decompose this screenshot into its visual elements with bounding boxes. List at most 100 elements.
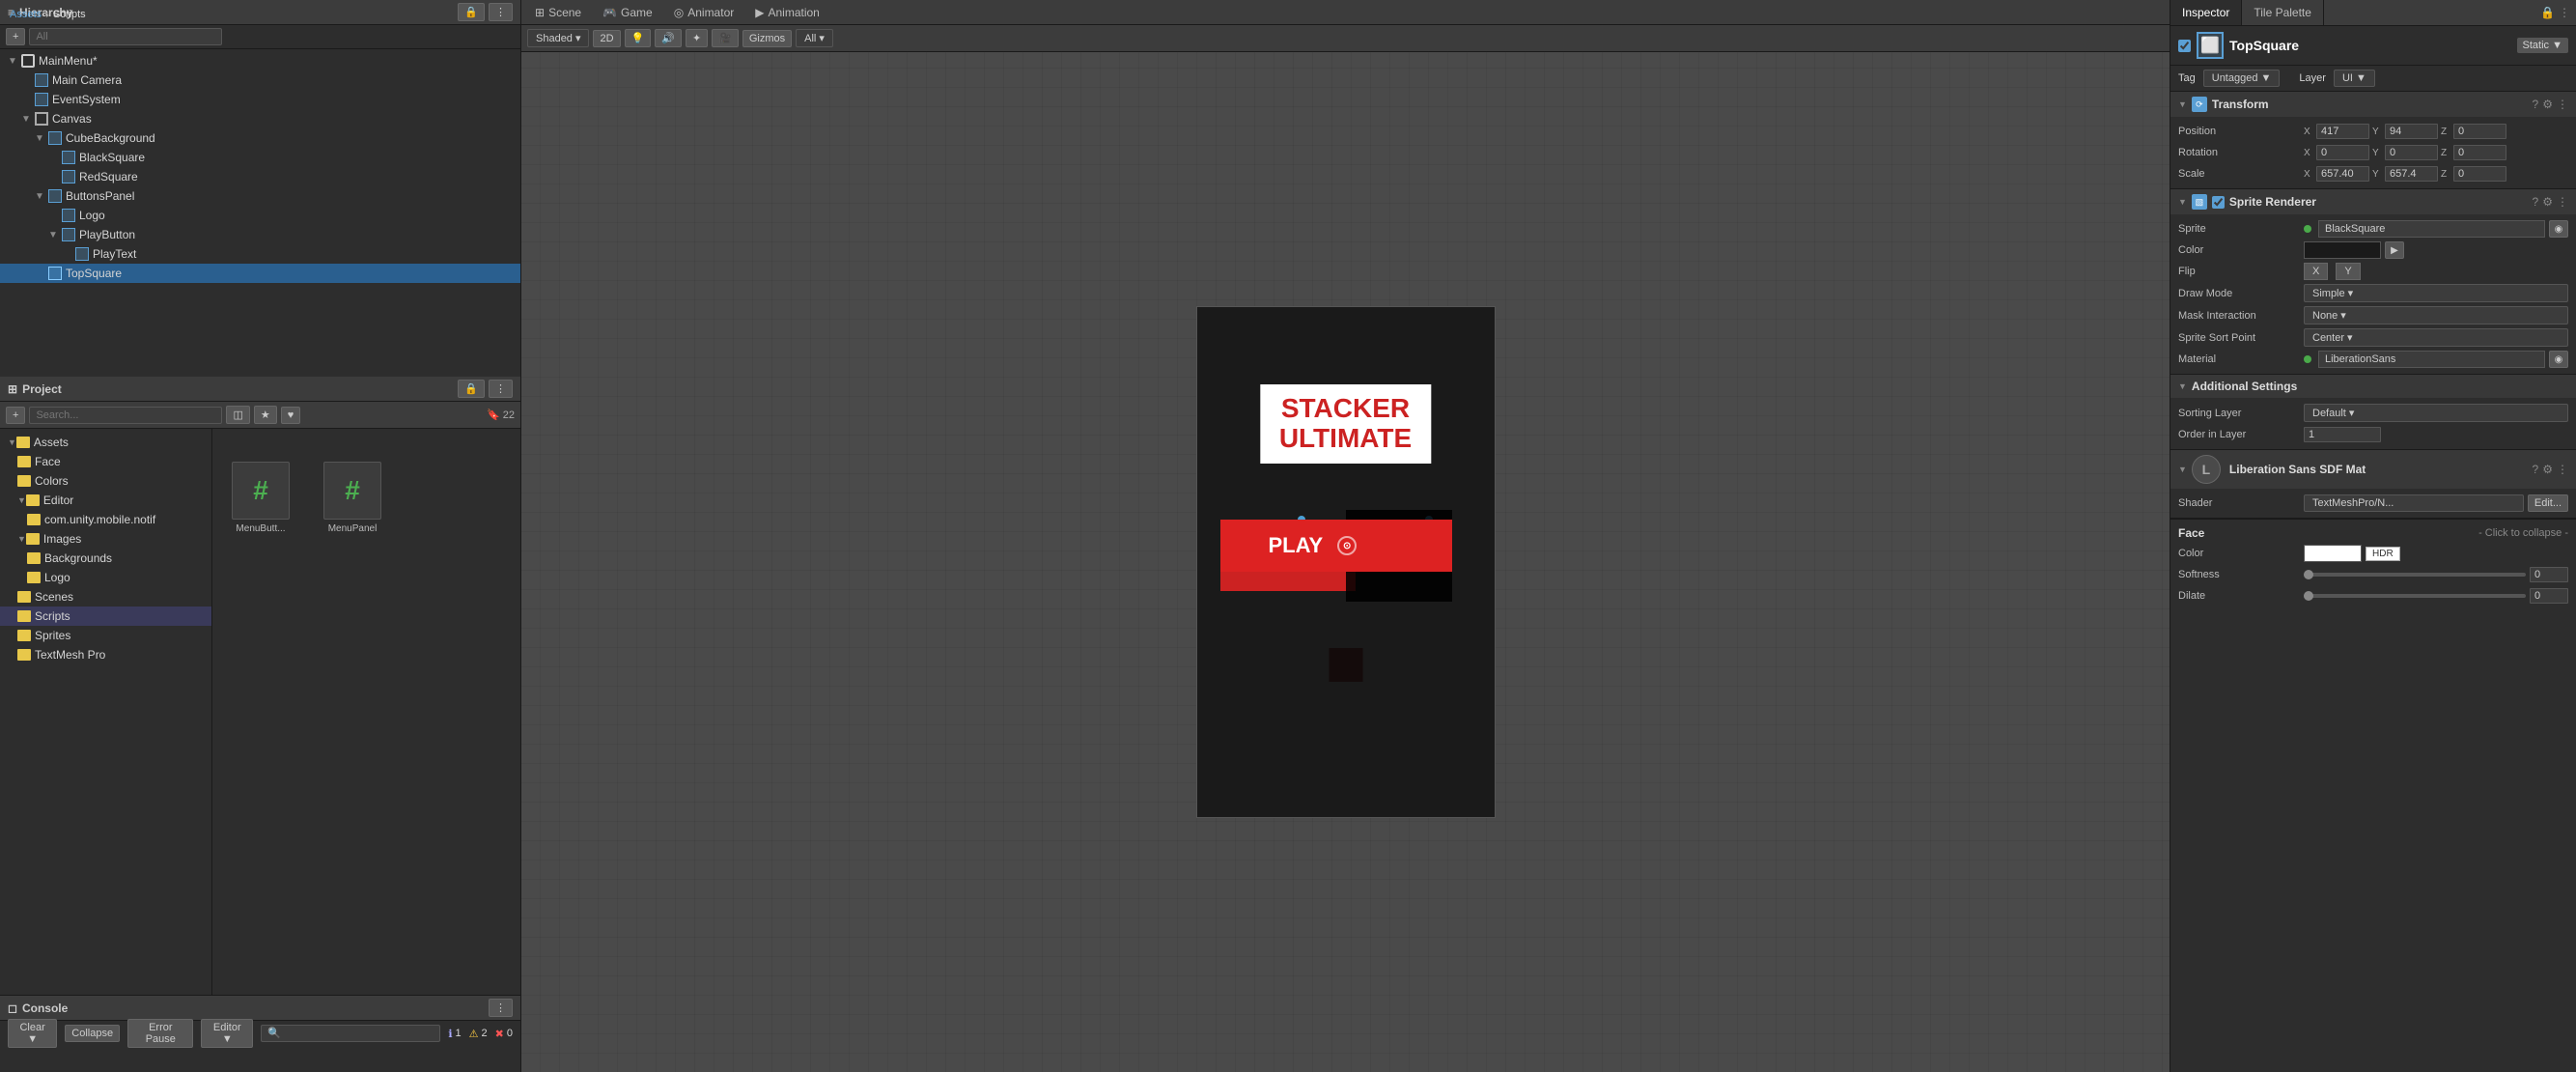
sprite-sort-dropdown[interactable]: Center ▾ — [2304, 328, 2568, 347]
file-item-menupanel[interactable]: # MenuPanel — [314, 462, 391, 534]
tag-dropdown[interactable]: Untagged ▼ — [2203, 70, 2281, 87]
scene-view[interactable]: STACKER ULTIMATE PLAY — [521, 52, 2170, 1072]
folder-unity-mobile[interactable]: com.unity.mobile.notif — [0, 510, 211, 529]
file-item-menubuttonsmanager[interactable]: # MenuButt... — [222, 462, 299, 534]
transform-settings-btn[interactable]: ⚙ — [2542, 98, 2553, 111]
console-search[interactable] — [261, 1025, 440, 1042]
static-badge[interactable]: Static ▼ — [2517, 38, 2568, 53]
shader-edit-btn[interactable]: Edit... — [2528, 494, 2568, 512]
effects-btn[interactable]: ✦ — [686, 29, 708, 47]
sprite-renderer-help-btn[interactable]: ? — [2533, 195, 2539, 209]
lights-btn[interactable]: 💡 — [625, 29, 652, 47]
material-select-btn[interactable]: ◉ — [2549, 351, 2568, 368]
scale-y[interactable] — [2385, 166, 2438, 182]
softness-input[interactable] — [2530, 567, 2568, 582]
all-dropdown[interactable]: All ▾ — [796, 29, 833, 47]
sorting-layer-dropdown[interactable]: Default ▾ — [2304, 404, 2568, 422]
console-clear-btn[interactable]: Clear ▼ — [8, 1019, 57, 1048]
sprite-renderer-menu-btn[interactable]: ⋮ — [2557, 195, 2568, 209]
hierarchy-item-playtext[interactable]: PlayText — [0, 244, 520, 264]
flip-y-btn[interactable]: Y — [2336, 263, 2360, 280]
console-collapse-btn[interactable]: Collapse — [65, 1025, 120, 1042]
hierarchy-item-redsquare[interactable]: RedSquare — [0, 167, 520, 186]
folder-backgrounds[interactable]: Backgrounds — [0, 549, 211, 568]
folder-colors-actual[interactable]: Colors — [0, 471, 211, 491]
sprite-renderer-settings-btn[interactable]: ⚙ — [2542, 195, 2553, 209]
folder-textmesh[interactable]: TextMesh Pro — [0, 645, 211, 664]
transform-help-btn[interactable]: ? — [2533, 98, 2539, 111]
folder-sprites[interactable]: Sprites — [0, 626, 211, 645]
scale-z[interactable] — [2453, 166, 2506, 182]
color-picker-btn[interactable]: ▶ — [2385, 241, 2404, 259]
scale-x[interactable] — [2316, 166, 2369, 182]
face-color-swatch[interactable] — [2304, 545, 2362, 562]
folder-scripts[interactable]: Scripts — [0, 607, 211, 626]
rotation-z[interactable] — [2453, 145, 2506, 160]
color-swatch[interactable] — [2304, 241, 2381, 259]
folder-assets[interactable]: ▼ Assets — [0, 433, 211, 452]
position-z[interactable] — [2453, 124, 2506, 139]
transform-menu-btn[interactable]: ⋮ — [2557, 98, 2568, 111]
flip-row: Flip X Y — [2178, 261, 2568, 282]
draw-mode-dropdown[interactable]: Simple ▾ — [2304, 284, 2568, 302]
2d-btn[interactable]: 2D — [593, 30, 620, 47]
project-menu-btn[interactable]: ⋮ — [489, 380, 513, 398]
gizmos-btn[interactable]: Gizmos — [742, 30, 792, 47]
sprite-renderer-enabled[interactable] — [2212, 196, 2225, 209]
liberation-header[interactable]: ▼ L Liberation Sans SDF Mat ? ⚙ ⋮ — [2170, 450, 2576, 489]
folder-logo[interactable]: Logo — [0, 568, 211, 587]
dilate-slider[interactable] — [2304, 592, 2526, 600]
liberation-settings-btn[interactable]: ⚙ — [2542, 463, 2553, 476]
collapse-link[interactable]: - Click to collapse - — [2478, 527, 2568, 539]
softness-slider[interactable] — [2304, 571, 2526, 578]
audio-btn[interactable]: 🔊 — [655, 29, 682, 47]
sprite-select-btn[interactable]: ◉ — [2549, 220, 2568, 238]
position-x[interactable] — [2316, 124, 2369, 139]
sprite-renderer-header[interactable]: ▼ ▧ Sprite Renderer ? ⚙ ⋮ — [2170, 189, 2576, 214]
folder-scenes[interactable]: Scenes — [0, 587, 211, 607]
hierarchy-item-cubebackground[interactable]: ▼ CubeBackground — [0, 128, 520, 148]
rotation-x[interactable] — [2316, 145, 2369, 160]
project-lock-btn[interactable]: 🔒 — [458, 380, 485, 398]
console-menu-btn[interactable]: ⋮ — [489, 999, 513, 1017]
flip-x-btn[interactable]: X — [2304, 263, 2328, 280]
liberation-menu-btn[interactable]: ⋮ — [2557, 463, 2568, 476]
hierarchy-item-eventsystem[interactable]: EventSystem — [0, 90, 520, 109]
inspector-content: ⬜ TopSquare Static ▼ Tag Untagged ▼ Laye… — [2170, 26, 2576, 1072]
hierarchy-item-playbutton[interactable]: ▼ PlayButton — [0, 225, 520, 244]
console-error-pause-btn[interactable]: Error Pause — [127, 1019, 193, 1048]
hierarchy-item-canvas[interactable]: ▼ Canvas — [0, 109, 520, 128]
project-view-btn[interactable]: ◫ — [226, 406, 249, 424]
hierarchy-item-blacksquare[interactable]: BlackSquare — [0, 148, 520, 167]
additional-settings-header[interactable]: ▼ Additional Settings — [2170, 375, 2576, 398]
hierarchy-item-topsquare[interactable]: TopSquare — [0, 264, 520, 283]
position-y[interactable] — [2385, 124, 2438, 139]
liberation-help-btn[interactable]: ? — [2533, 463, 2539, 476]
transform-header[interactable]: ▼ ⟳ Transform ? ⚙ ⋮ — [2170, 92, 2576, 117]
console-editor-btn[interactable]: Editor ▼ — [201, 1019, 253, 1048]
hierarchy-item-maincamera[interactable]: Main Camera — [0, 71, 520, 90]
project-filter-btn[interactable]: ★ — [254, 406, 277, 424]
project-favorites-btn[interactable]: ♥ — [281, 407, 301, 424]
scene-cam-btn[interactable]: 🎥 — [712, 29, 739, 47]
object-active-checkbox[interactable] — [2178, 40, 2191, 52]
order-in-layer-input[interactable] — [2304, 427, 2381, 442]
hierarchy-search-input[interactable] — [29, 28, 222, 45]
hdr-btn[interactable]: HDR — [2366, 547, 2400, 561]
project-search-input[interactable] — [29, 407, 222, 424]
folder-colors[interactable]: Face — [0, 452, 211, 471]
layer-dropdown[interactable]: UI ▼ — [2334, 70, 2375, 87]
hierarchy-item-mainmenu[interactable]: ▼ MainMenu* — [0, 51, 520, 71]
rotation-y[interactable] — [2385, 145, 2438, 160]
play-button[interactable]: PLAY ⊙ — [1220, 520, 1452, 572]
shader-dropdown[interactable]: TextMeshPro/N... — [2304, 494, 2524, 512]
dilate-input[interactable] — [2530, 588, 2568, 604]
shade-mode-dropdown[interactable]: Shaded ▾ — [527, 29, 589, 47]
hierarchy-item-buttonspanel[interactable]: ▼ ButtonsPanel — [0, 186, 520, 206]
hierarchy-add-btn[interactable]: + — [6, 28, 25, 45]
project-add-btn[interactable]: + — [6, 407, 25, 424]
folder-editor[interactable]: ▼ Editor — [0, 491, 211, 510]
mask-interaction-dropdown[interactable]: None ▾ — [2304, 306, 2568, 324]
hierarchy-item-logo[interactable]: Logo — [0, 206, 520, 225]
folder-images[interactable]: ▼ Images — [0, 529, 211, 549]
